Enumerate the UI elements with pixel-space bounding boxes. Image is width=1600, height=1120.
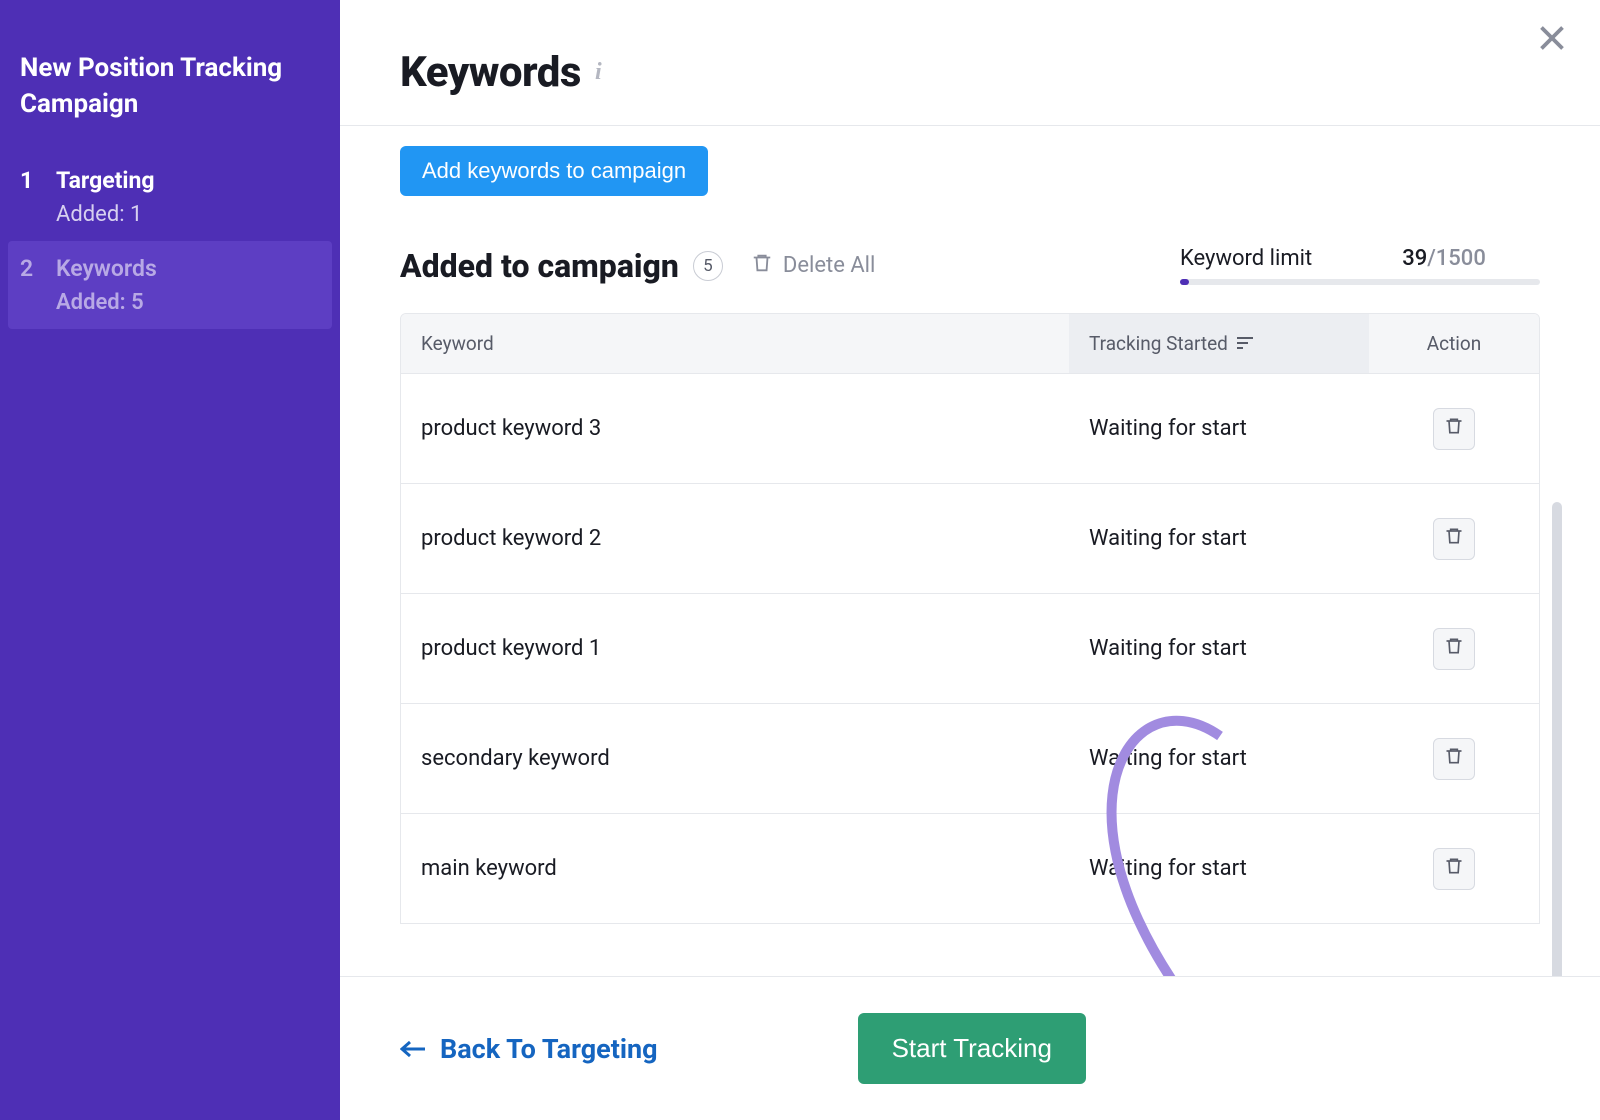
table-body: product keyword 3Waiting for startproduc… [401,373,1539,923]
scrollbar[interactable] [1552,502,1562,976]
cell-keyword: product keyword 3 [401,398,1069,459]
info-icon[interactable]: i [595,59,602,86]
cell-action [1369,720,1539,798]
wizard-title: New Position Tracking Campaign [0,50,340,153]
cell-action [1369,830,1539,908]
wizard-step-targeting[interactable]: 1 Targeting Added: 1 [0,153,340,241]
delete-row-button[interactable] [1433,518,1475,560]
cell-keyword: main keyword [401,838,1069,899]
keyword-limit-used: 39 [1402,246,1427,271]
col-header-action: Action [1369,314,1539,373]
table-row: product keyword 3Waiting for start [401,373,1539,483]
col-header-tracking-started[interactable]: Tracking Started [1069,314,1369,373]
wizard-footer: Back To Targeting Start Tracking [340,976,1600,1120]
keyword-limit-total: /1500 [1427,246,1486,271]
step-number: 2 [20,255,38,282]
keyword-count-badge: 5 [693,251,723,281]
cell-action [1369,500,1539,578]
cell-tracking-status: Waiting for start [1069,728,1369,789]
cell-tracking-status: Waiting for start [1069,398,1369,459]
step-subtext: Added: 5 [56,290,320,315]
table-header: Keyword Tracking Started Action [401,314,1539,373]
trash-icon [1444,856,1464,882]
keyword-limit-value: 39/1500 [1402,246,1486,271]
back-to-targeting-link[interactable]: Back To Targeting [400,1033,658,1065]
cell-keyword: product keyword 2 [401,508,1069,569]
delete-all-button[interactable]: Delete All [751,252,876,280]
delete-row-button[interactable] [1433,408,1475,450]
delete-row-button[interactable] [1433,738,1475,780]
cell-action [1369,610,1539,688]
delete-all-label: Delete All [783,253,876,278]
table-row: main keywordWaiting for start [401,813,1539,923]
col-header-tracking-label: Tracking Started [1089,332,1228,355]
trash-icon [1444,746,1464,772]
cell-action [1369,390,1539,468]
col-header-keyword[interactable]: Keyword [401,314,1069,373]
step-label: Targeting [56,167,155,194]
step-label: Keywords [56,255,157,282]
keyword-limit-bar [1180,279,1540,285]
trash-icon [1444,526,1464,552]
cell-tracking-status: Waiting for start [1069,618,1369,679]
back-link-label: Back To Targeting [440,1033,658,1065]
wizard-step-keywords[interactable]: 2 Keywords Added: 5 [8,241,332,329]
page-title: Keywords [400,48,581,97]
step-subtext: Added: 1 [56,202,320,227]
table-row: product keyword 1Waiting for start [401,593,1539,703]
close-icon[interactable] [1534,20,1570,60]
main-panel: Keywords i Add keywords to campaign Adde… [340,0,1600,1120]
wizard-sidebar: New Position Tracking Campaign 1 Targeti… [0,0,340,1120]
delete-row-button[interactable] [1433,848,1475,890]
keyword-limit-block: Keyword limit 39/1500 [1180,246,1540,285]
cell-keyword: product keyword 1 [401,618,1069,679]
table-row: secondary keywordWaiting for start [401,703,1539,813]
table-row: product keyword 2Waiting for start [401,483,1539,593]
sort-descending-icon [1236,332,1254,355]
keywords-table: Keyword Tracking Started Action product … [400,313,1540,924]
trash-icon [751,252,773,280]
delete-row-button[interactable] [1433,628,1475,670]
start-tracking-button[interactable]: Start Tracking [858,1013,1086,1084]
trash-icon [1444,636,1464,662]
cell-tracking-status: Waiting for start [1069,838,1369,899]
cell-keyword: secondary keyword [401,728,1069,789]
trash-icon [1444,416,1464,442]
cell-tracking-status: Waiting for start [1069,508,1369,569]
keyword-limit-bar-fill [1180,279,1189,285]
add-keywords-button[interactable]: Add keywords to campaign [400,146,708,196]
keyword-limit-label: Keyword limit [1180,246,1312,271]
step-number: 1 [20,167,38,194]
added-to-campaign-heading: Added to campaign [400,247,679,285]
